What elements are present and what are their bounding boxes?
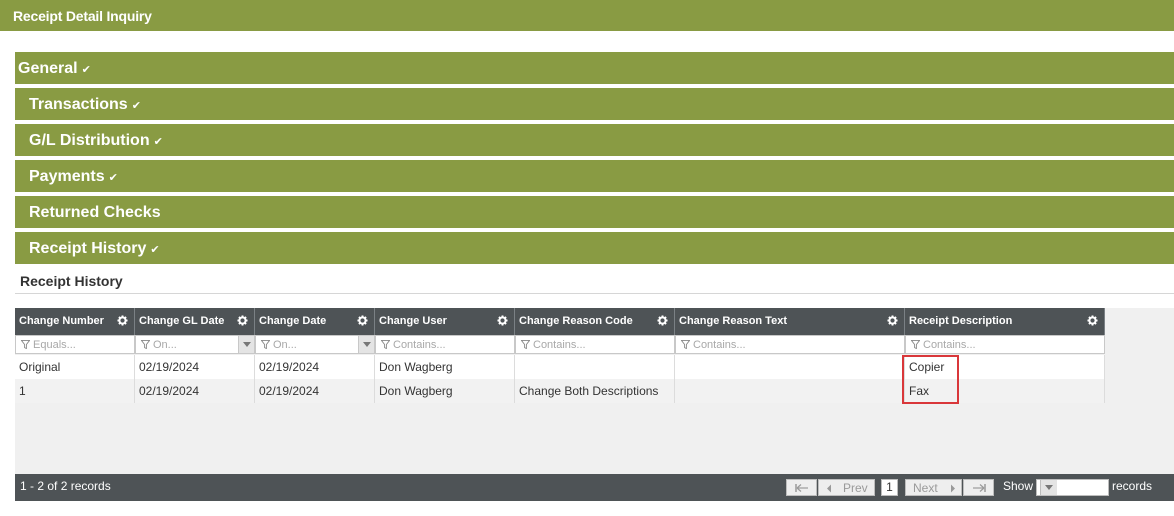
chevron-right-icon xyxy=(951,484,955,493)
filter-placeholder: On... xyxy=(153,339,177,351)
filter-change-number[interactable]: Equals... xyxy=(15,335,135,354)
checkmark-icon: ✔ xyxy=(81,64,91,76)
column-header-change-number[interactable]: Change Number xyxy=(15,308,135,335)
filter-placeholder: Contains... xyxy=(533,339,586,351)
filter-icon xyxy=(141,340,150,349)
show-label: Show xyxy=(1003,479,1034,493)
gear-icon[interactable] xyxy=(357,315,368,326)
section-transactions[interactable]: Transactions ✔ xyxy=(15,88,1174,120)
column-header-label: Change Reason Code xyxy=(519,315,633,327)
filter-change-reason-text[interactable]: Contains... xyxy=(675,335,905,354)
prev-label: Prev xyxy=(843,481,868,495)
filter-placeholder: Equals... xyxy=(33,339,76,351)
cell-change-date: 02/19/2024 xyxy=(255,379,375,403)
filter-placeholder: Contains... xyxy=(393,339,446,351)
filter-icon xyxy=(681,340,690,349)
cell-change-number: Original xyxy=(15,355,135,379)
section-returned-checks-label: Returned Checks xyxy=(29,204,161,221)
cell-change-number: 1 xyxy=(15,379,135,403)
cell-change-reason-text xyxy=(675,355,905,379)
checkmark-icon: ✔ xyxy=(150,244,160,256)
filter-change-reason-code[interactable]: Contains... xyxy=(515,335,675,354)
page-size-select[interactable]: 50 xyxy=(1036,479,1109,496)
cell-change-reason-code xyxy=(515,355,675,379)
cell-change-reason-text xyxy=(675,379,905,403)
filter-change-user[interactable]: Contains... xyxy=(375,335,515,354)
cell-change-reason-code: Change Both Descriptions xyxy=(515,379,675,403)
cell-change-gl-date: 02/19/2024 xyxy=(135,379,255,403)
filter-change-gl-date[interactable]: On... xyxy=(135,335,255,354)
gear-icon[interactable] xyxy=(497,315,508,326)
column-header-label: Change User xyxy=(379,315,447,327)
records-label: records xyxy=(1112,479,1153,493)
column-header-receipt-description[interactable]: Receipt Description xyxy=(905,308,1105,335)
section-returned-checks[interactable]: Returned Checks xyxy=(15,196,1174,228)
filter-icon xyxy=(381,340,390,349)
record-count: 1 - 2 of 2 records xyxy=(20,479,111,493)
column-header-change-user[interactable]: Change User xyxy=(375,308,515,335)
filter-icon xyxy=(911,340,920,349)
column-header-label: Change Number xyxy=(19,315,104,327)
section-receipt-history[interactable]: Receipt History ✔ xyxy=(15,232,1174,264)
checkmark-icon: ✔ xyxy=(108,172,118,184)
section-payments-label: Payments xyxy=(29,168,105,185)
cell-change-user: Don Wagberg xyxy=(375,379,515,403)
column-header-change-reason-code[interactable]: Change Reason Code xyxy=(515,308,675,335)
page-titlebar: Receipt Detail Inquiry xyxy=(0,0,1174,31)
cell-change-date: 02/19/2024 xyxy=(255,355,375,379)
filter-receipt-description[interactable]: Contains... xyxy=(905,335,1105,354)
section-gl-distribution[interactable]: G/L Distribution ✔ xyxy=(15,124,1174,156)
checkmark-icon: ✔ xyxy=(153,136,163,148)
chevron-left-icon xyxy=(827,484,831,493)
filter-placeholder: On... xyxy=(273,339,297,351)
checkmark-icon: ✔ xyxy=(131,100,141,112)
section-general[interactable]: General ✔ xyxy=(15,52,1174,84)
last-page-icon xyxy=(973,484,986,492)
column-header-label: Change Reason Text xyxy=(679,315,787,327)
column-header-change-gl-date[interactable]: Change GL Date xyxy=(135,308,255,335)
page-title: Receipt Detail Inquiry xyxy=(13,8,152,24)
first-page-button[interactable] xyxy=(786,479,817,496)
column-header-label: Change GL Date xyxy=(139,315,225,327)
filter-icon xyxy=(21,340,30,349)
filter-icon xyxy=(261,340,270,349)
next-label: Next xyxy=(913,481,938,495)
section-payments[interactable]: Payments ✔ xyxy=(15,160,1174,192)
next-page-button[interactable]: Next xyxy=(905,479,962,496)
section-gl-distribution-label: G/L Distribution xyxy=(29,132,150,149)
receipt-history-heading: Receipt History xyxy=(20,273,123,289)
gear-icon[interactable] xyxy=(237,315,248,326)
divider xyxy=(15,293,1174,294)
cell-change-gl-date: 02/19/2024 xyxy=(135,355,255,379)
section-receipt-history-label: Receipt History xyxy=(29,240,147,257)
column-header-change-date[interactable]: Change Date xyxy=(255,308,375,335)
column-header-label: Change Date xyxy=(259,315,327,327)
gear-icon[interactable] xyxy=(887,315,898,326)
section-general-label: General xyxy=(18,60,78,77)
chevron-down-icon[interactable] xyxy=(1040,480,1057,495)
current-page: 1 xyxy=(881,479,898,496)
gear-icon[interactable] xyxy=(117,315,128,326)
cell-change-user: Don Wagberg xyxy=(375,355,515,379)
chevron-down-icon[interactable] xyxy=(238,336,254,353)
section-transactions-label: Transactions xyxy=(29,96,128,113)
gear-icon[interactable] xyxy=(1087,315,1098,326)
last-page-button[interactable] xyxy=(963,479,994,496)
filter-placeholder: Contains... xyxy=(923,339,976,351)
filter-placeholder: Contains... xyxy=(693,339,746,351)
first-page-icon xyxy=(795,484,808,492)
column-header-change-reason-text[interactable]: Change Reason Text xyxy=(675,308,905,335)
column-header-label: Receipt Description xyxy=(909,315,1013,327)
highlight-box xyxy=(902,355,959,404)
filter-change-date[interactable]: On... xyxy=(255,335,375,354)
gear-icon[interactable] xyxy=(657,315,668,326)
chevron-down-icon[interactable] xyxy=(358,336,374,353)
grid-footer: 1 - 2 of 2 records Prev 1 Next Show 50 r… xyxy=(15,474,1174,501)
prev-page-button[interactable]: Prev xyxy=(818,479,875,496)
filter-icon xyxy=(521,340,530,349)
